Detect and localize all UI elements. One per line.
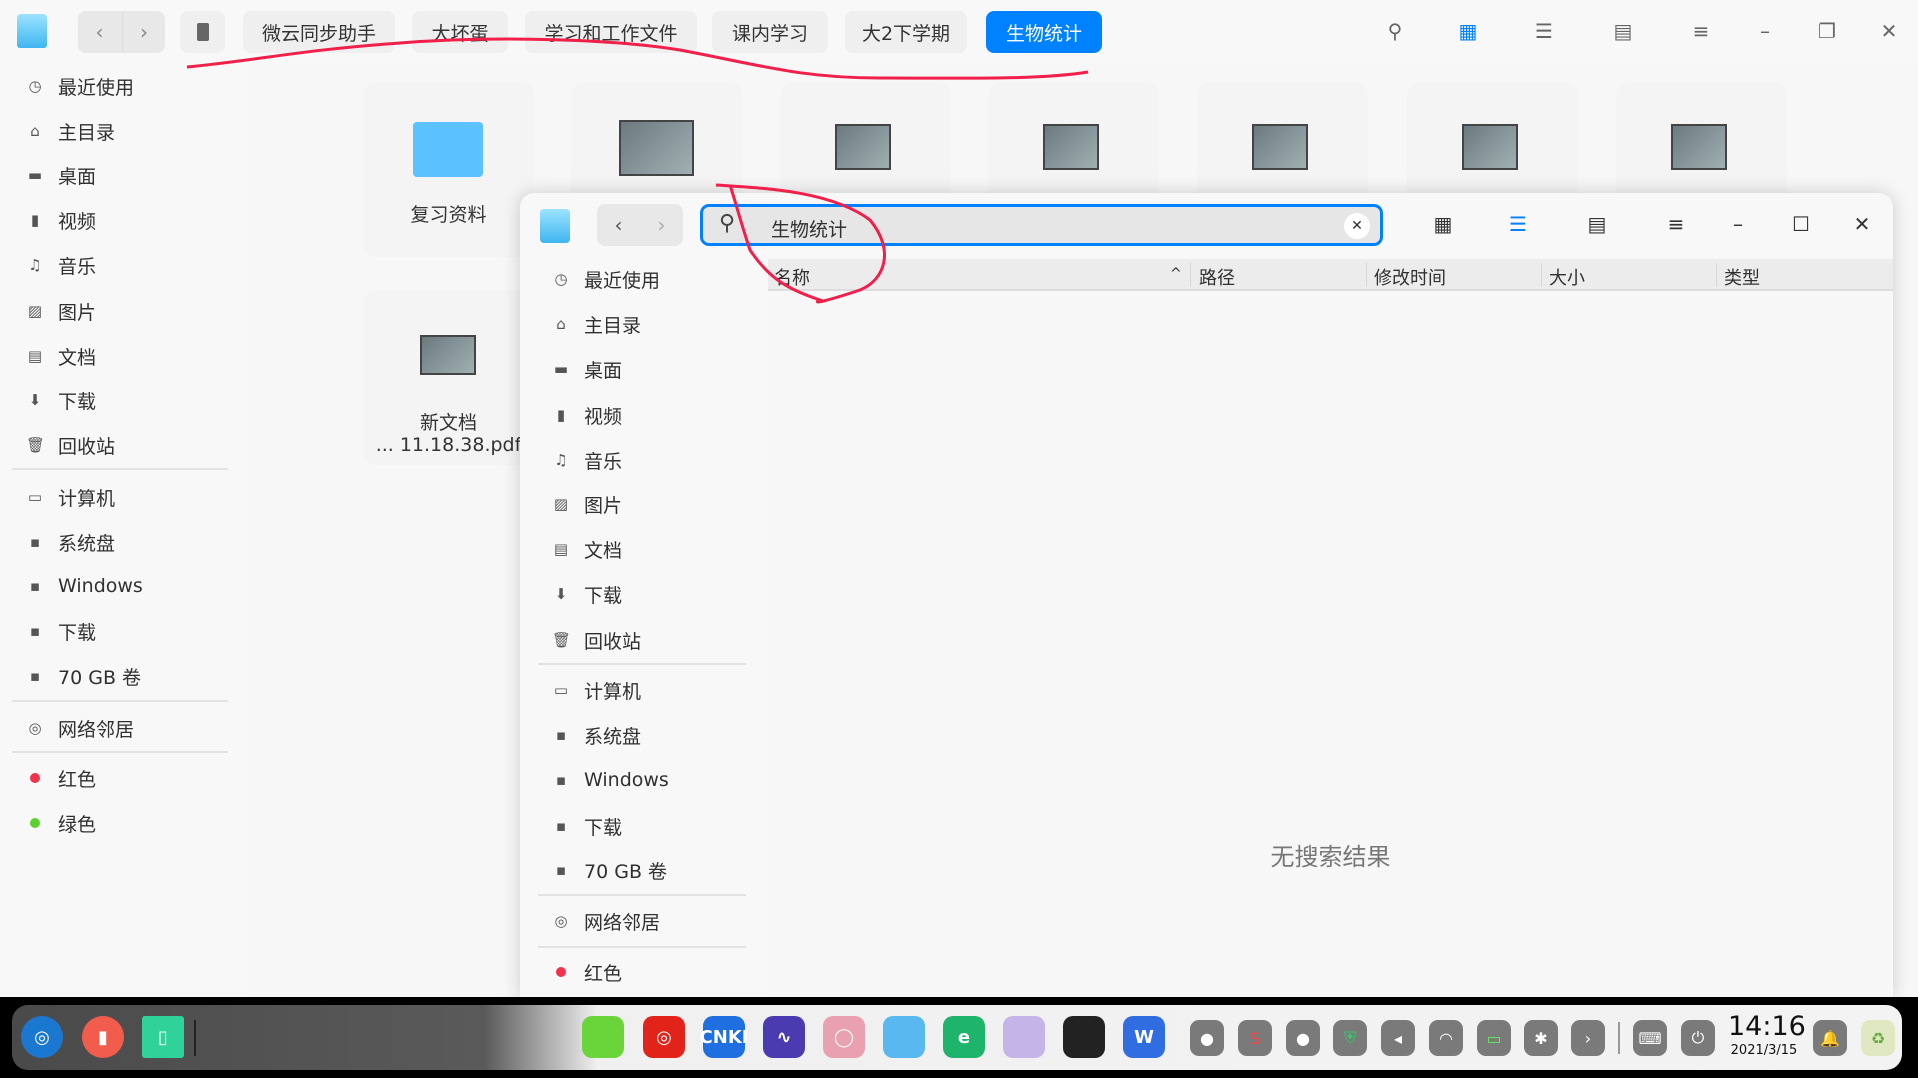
expand-tray-icon[interactable]: › [1571, 1020, 1605, 1056]
battery-icon[interactable]: ▭ [1477, 1020, 1511, 1056]
wechat-tray-icon[interactable]: ● [1286, 1020, 1320, 1056]
dock-separator [194, 1020, 196, 1056]
bluetooth-icon[interactable]: ✱ [1524, 1020, 1558, 1056]
screen-record-icon[interactable]: ▮ [82, 1016, 124, 1058]
launcher-icon[interactable]: ◎ [21, 1016, 63, 1058]
file-manager-icon[interactable] [883, 1016, 925, 1058]
annotation-underline [186, 37, 1089, 80]
annotation-circle [715, 183, 886, 304]
keyboard-icon[interactable]: ⌨ [1633, 1020, 1667, 1056]
sogou-tray-icon[interactable]: S [1238, 1020, 1272, 1056]
settings-icon[interactable]: ◯ [823, 1016, 865, 1058]
edge-browser-icon[interactable]: e [943, 1016, 985, 1058]
clock-date[interactable]: 2021/3/15 [1723, 1043, 1805, 1058]
wps-icon[interactable]: W [1123, 1016, 1165, 1058]
app-store-icon[interactable] [1003, 1016, 1045, 1058]
terminal-icon[interactable]: ▯ [142, 1016, 184, 1058]
system-monitor-icon[interactable]: ∿ [763, 1016, 805, 1058]
tray-separator [1618, 1022, 1620, 1054]
qq-icon[interactable] [1063, 1016, 1105, 1058]
notification-bell-icon[interactable]: 🔔 [1813, 1020, 1847, 1056]
netease-music-icon[interactable]: ◎ [643, 1016, 685, 1058]
security-tray-icon[interactable]: ⛨ [1333, 1020, 1367, 1056]
wechat-icon[interactable] [582, 1016, 624, 1058]
red-annotation [186, 37, 1089, 304]
power-icon[interactable]: ⏻ [1681, 1020, 1715, 1056]
volume-icon[interactable]: ◂ [1381, 1020, 1415, 1056]
cnki-icon[interactable]: CNKI [700, 1016, 748, 1058]
clock-time[interactable]: 14:16 [1728, 1011, 1806, 1042]
trash-bin-icon[interactable]: ♻ [1861, 1020, 1895, 1056]
wifi-icon[interactable]: ◠ [1429, 1020, 1463, 1056]
qq-tray-icon[interactable]: ● [1190, 1020, 1224, 1056]
